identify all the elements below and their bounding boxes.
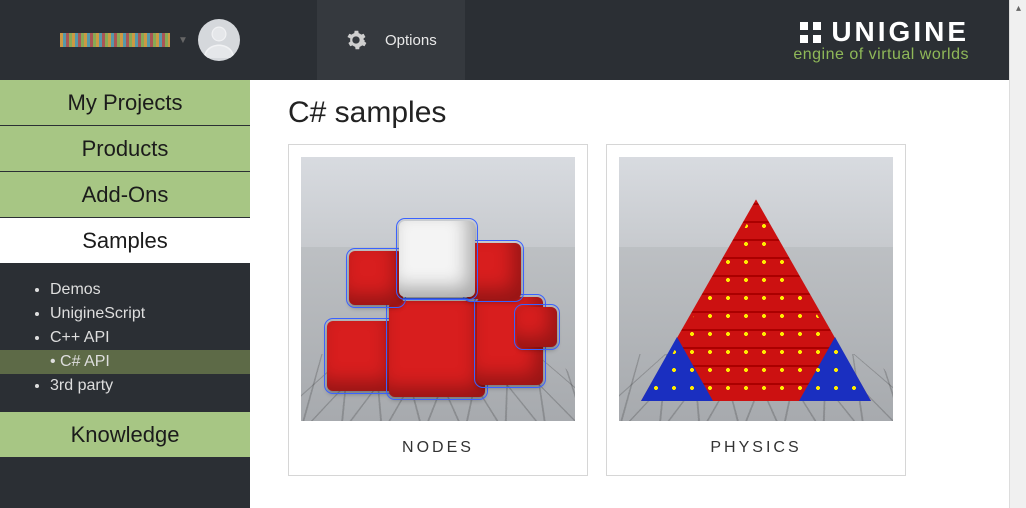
nav-knowledge[interactable]: Knowledge [0, 412, 250, 458]
avatar[interactable] [198, 19, 240, 61]
card-nodes-label: NODES [301, 421, 575, 463]
options-button[interactable]: Options [311, 0, 471, 80]
content-area: C# samples NODES [250, 80, 1009, 508]
header-bar: ▼ Options UNIGINE [0, 0, 1009, 80]
app-window: ▼ Options UNIGINE [0, 0, 1009, 508]
scroll-up-icon[interactable]: ▴ [1010, 0, 1026, 17]
nav-products[interactable]: Products [0, 126, 250, 172]
nav-samples[interactable]: Samples [0, 218, 250, 264]
samples-sublist: Demos UnigineScript C++ API C# API 3rd p… [0, 264, 250, 412]
sub-demos[interactable]: Demos [50, 278, 250, 302]
page-title: C# samples [288, 96, 971, 130]
brand-name: UNIGINE [831, 16, 969, 48]
gear-icon [345, 29, 367, 51]
options-label: Options [385, 32, 437, 49]
sub-csharp-api[interactable]: C# API [0, 350, 250, 374]
nav-add-ons[interactable]: Add-Ons [0, 172, 250, 218]
brand-dots-icon [800, 22, 821, 43]
chevron-down-icon: ▼ [178, 35, 188, 46]
body: My Projects Products Add-Ons Samples Dem… [0, 80, 1009, 508]
sample-cards: NODES PHYSICS [288, 144, 971, 476]
sub-uniginescript[interactable]: UnigineScript [50, 302, 250, 326]
user-icon [201, 22, 237, 58]
card-nodes[interactable]: NODES [288, 144, 588, 476]
sub-cpp-api[interactable]: C++ API [50, 326, 250, 350]
username-blurred [60, 33, 170, 47]
brand-logo: UNIGINE engine of virtual worlds [793, 16, 1009, 64]
brand-tagline: engine of virtual worlds [793, 46, 969, 64]
nav-my-projects[interactable]: My Projects [0, 80, 250, 126]
sub-3rd-party[interactable]: 3rd party [50, 374, 250, 398]
thumb-physics [619, 157, 893, 421]
card-physics-label: PHYSICS [619, 421, 893, 463]
vertical-scrollbar[interactable]: ▴ [1009, 0, 1026, 508]
card-physics[interactable]: PHYSICS [606, 144, 906, 476]
thumb-nodes [301, 157, 575, 421]
sidebar: My Projects Products Add-Ons Samples Dem… [0, 80, 250, 508]
user-menu[interactable]: ▼ [0, 19, 305, 61]
